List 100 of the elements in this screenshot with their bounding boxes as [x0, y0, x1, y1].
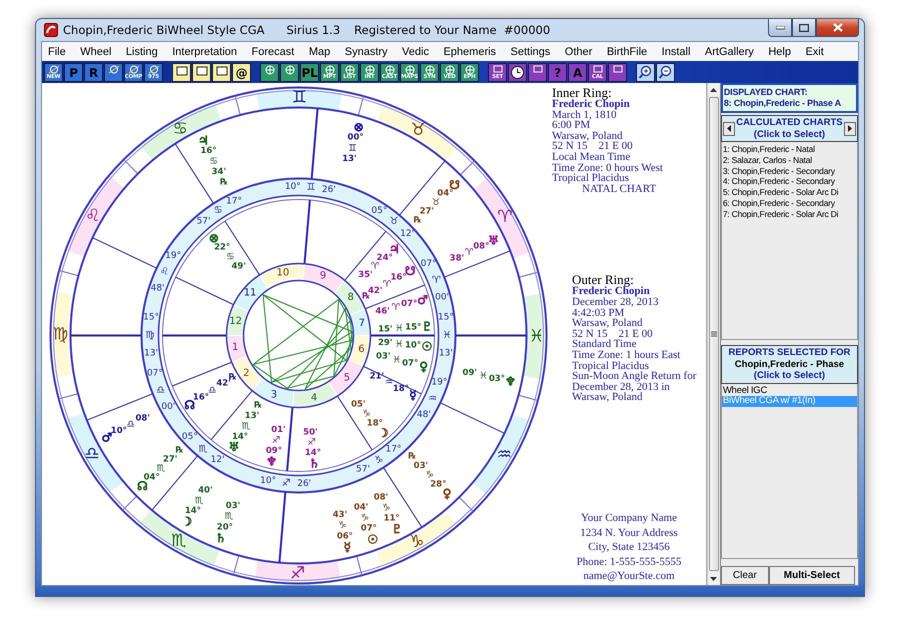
toolbar-button[interactable]	[280, 62, 299, 82]
zodiac-sign: ♍	[52, 324, 68, 345]
degree-label: 14°	[184, 506, 201, 516]
minute-label: 43'	[332, 510, 348, 520]
toolbar-button[interactable]	[172, 62, 191, 82]
house-number: 6	[358, 344, 365, 356]
chart-list-item[interactable]: 3: Chopin,Frederic - Secondary	[722, 166, 857, 176]
menu-item[interactable]: Help	[768, 46, 791, 58]
chart-list-item[interactable]: 7: Chopin,Frederic - Solar Arc Di	[722, 208, 857, 220]
menu-item[interactable]: Listing	[126, 46, 158, 58]
menu-item[interactable]: Interpretation	[172, 46, 238, 58]
chart-list-item[interactable]: 6: Chopin,Frederic - Secondary	[722, 198, 857, 209]
scroll-right-button[interactable]	[844, 122, 856, 136]
toolbar-button[interactable]	[608, 62, 627, 82]
degree-label: 06°	[336, 531, 353, 542]
company-info: name@YourSte.com	[583, 569, 675, 584]
menu-item[interactable]: Vedic	[402, 46, 429, 58]
degree-label: 16°	[390, 272, 407, 283]
cusp-minute: 00'	[161, 402, 176, 412]
scroll-up-button[interactable]	[708, 83, 720, 96]
sign-symbol: ♑	[382, 502, 391, 514]
degree-label: 14°	[304, 448, 321, 458]
scroll-thumb[interactable]	[708, 97, 719, 571]
house-number: 11	[244, 287, 256, 298]
clear-button[interactable]: Clear	[720, 566, 769, 585]
maximize-button[interactable]	[792, 19, 816, 37]
toolbar-button[interactable]	[260, 62, 279, 82]
close-button[interactable]	[816, 19, 859, 37]
menu-item[interactable]: Map	[308, 46, 330, 58]
minute-label: 35'	[358, 270, 373, 280]
cusp-sign: ♎	[156, 385, 166, 396]
planet-symbol: ♀	[442, 486, 452, 501]
toolbar-button[interactable]	[212, 62, 231, 82]
menu-item[interactable]: Synastry	[344, 46, 388, 58]
chart-list-item[interactable]: 4: Chopin,Frederic - Secondary	[722, 176, 857, 188]
toolbar-button[interactable]: R	[84, 62, 103, 82]
panel-heading: CALCULATED CHARTS	[736, 117, 843, 128]
wheel-icon	[364, 64, 376, 74]
menu-item[interactable]: Ephemeris	[443, 46, 496, 58]
toolbar-button[interactable]: P	[64, 62, 83, 82]
menu-item[interactable]: File	[48, 46, 66, 58]
planet-symbol: ☽	[378, 426, 389, 440]
report-list-item[interactable]: Wheel IGC	[722, 386, 857, 396]
sign-symbol: ♏	[224, 511, 234, 522]
menu-item[interactable]: Forecast	[252, 46, 294, 58]
wheel-icon	[444, 64, 456, 74]
toolbar-button[interactable]	[508, 62, 527, 82]
sign-symbol: ♊	[348, 142, 357, 154]
minute-label: 29'	[378, 338, 392, 348]
menu-item[interactable]: Settings	[510, 46, 550, 58]
multi-select-button[interactable]: Multi-Select	[768, 566, 855, 585]
menu-item[interactable]: ArtGallery	[704, 46, 754, 58]
retrograde-mark: ℞	[414, 216, 422, 226]
chart-list-item[interactable]: 5: Chopin,Frederic - Solar Arc Di	[722, 187, 857, 198]
minute-label: 08'	[136, 413, 150, 424]
minute-label: 27'	[420, 206, 434, 217]
toolbar-button[interactable]	[528, 62, 547, 82]
panel-heading: DISPLAYED CHART:	[724, 87, 808, 98]
menu-item[interactable]: Wheel	[80, 46, 112, 58]
chart-detail: Local Mean Time	[552, 152, 632, 163]
toolbar-button[interactable]	[636, 62, 655, 82]
menu-item[interactable]: Install	[662, 46, 690, 58]
toolbar-button[interactable]: @	[232, 62, 251, 82]
sign-symbol: ♐	[272, 435, 280, 446]
toolbar-button[interactable]: PL	[300, 62, 319, 82]
wheel-icon	[404, 64, 416, 74]
degree-label: 11°	[384, 513, 400, 524]
toolbar-button[interactable]	[656, 62, 675, 82]
toolbar-button[interactable]	[192, 62, 211, 82]
sign-symbol: ♋	[209, 156, 218, 168]
scroll-down-button[interactable]	[708, 572, 720, 585]
scroll-left-button[interactable]	[722, 122, 735, 136]
menu-item[interactable]: Exit	[805, 46, 824, 58]
sign-symbol: ♒	[384, 377, 394, 388]
cusp-minute: 26'	[297, 478, 312, 489]
menu-item[interactable]: Other	[564, 46, 592, 58]
sign-symbol: ♓	[392, 354, 401, 366]
sign-symbol: ♋	[226, 252, 235, 263]
clock-icon	[510, 64, 525, 80]
planet-symbol: ♅	[228, 440, 240, 454]
house-number: 5	[344, 372, 350, 384]
sign-symbol: ♓	[394, 338, 404, 350]
toolbar-button[interactable]	[104, 62, 123, 82]
minute-label: 42'	[216, 378, 231, 388]
degree-label: 00°	[348, 132, 364, 143]
minimize-button[interactable]	[768, 19, 792, 37]
degree-label: 07°	[401, 298, 418, 309]
cusp-degree: 10°	[260, 476, 276, 486]
sign-symbol: ♏	[156, 462, 166, 474]
chart-detail: Warsaw, Poland	[552, 130, 622, 142]
degree-label: 20°	[216, 522, 233, 532]
sign-symbol: ♓	[479, 370, 488, 382]
chart-list-item[interactable]: 1: Chopin,Frederic - Natal	[722, 144, 857, 155]
minute-label: 13'	[342, 154, 357, 164]
planet-symbol: ☋	[404, 264, 416, 278]
chart-list-item[interactable]: 2: Salazar, Carlos - Natal	[722, 154, 857, 166]
menu-item[interactable]: BirthFile	[606, 46, 648, 58]
cusp-minute: 48'	[150, 284, 165, 294]
retrograde-mark: ℞	[408, 452, 416, 462]
zodiac-sign: ♊	[292, 88, 307, 108]
